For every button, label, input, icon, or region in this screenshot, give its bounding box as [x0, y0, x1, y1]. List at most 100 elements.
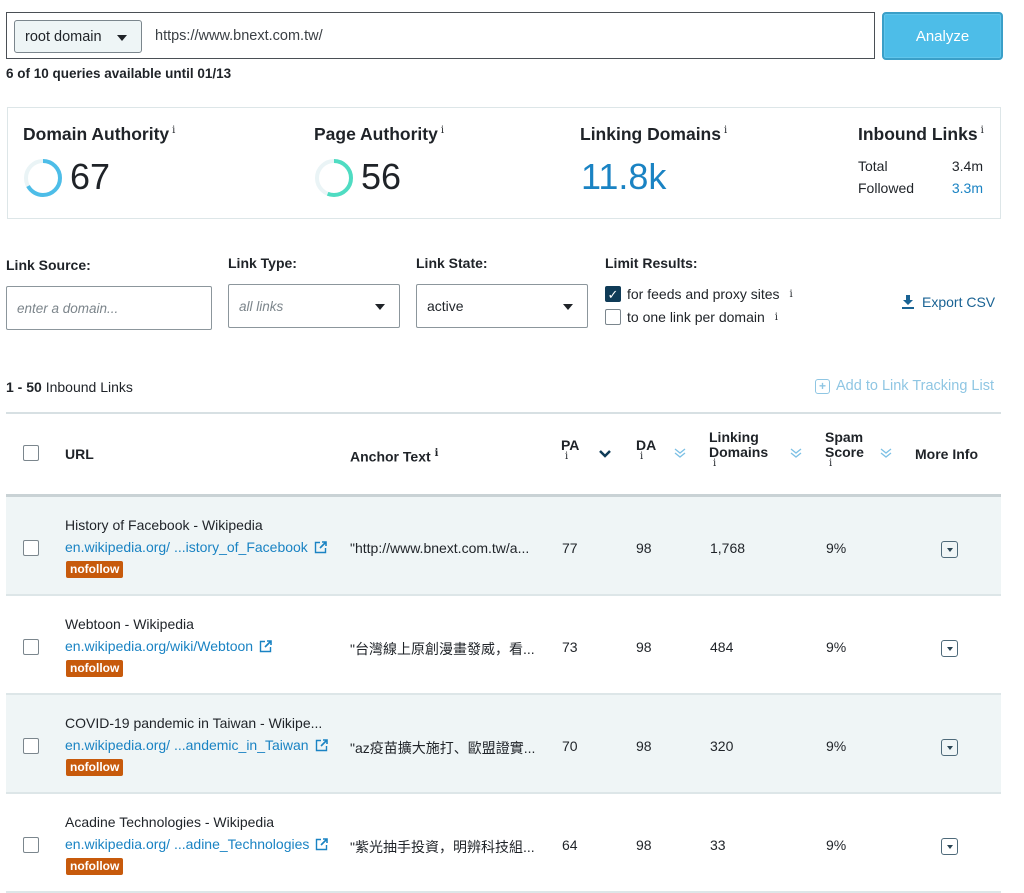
info-icon[interactable]: i: [435, 448, 439, 459]
table-row: Acadine Technologies - Wikipedia en.wiki…: [6, 794, 1001, 893]
more-info-button[interactable]: [941, 739, 958, 756]
spam-score-value: 9%: [826, 738, 847, 754]
download-icon: [902, 295, 914, 309]
row-title: Acadine Technologies - Wikipedia: [65, 814, 275, 830]
row-url-link[interactable]: en.wikipedia.org/wiki/Webtoon: [65, 638, 272, 654]
chevron-down-icon: [946, 646, 953, 651]
analyze-button[interactable]: Analyze: [882, 12, 1003, 60]
feeds-checkbox[interactable]: ✓: [605, 286, 621, 302]
table-row: History of Facebook - Wikipedia en.wikip…: [6, 497, 1001, 596]
page-authority-value: 56: [361, 156, 402, 197]
external-link-icon[interactable]: [315, 837, 329, 851]
inbound-total-value: 3.4m: [951, 158, 983, 174]
header-anchor-text[interactable]: Anchor Text i: [350, 448, 438, 465]
info-icon[interactable]: i: [565, 452, 579, 462]
spam-score-value: 9%: [826, 639, 847, 655]
scope-dropdown[interactable]: root domain: [14, 20, 142, 53]
da-value: 98: [636, 540, 652, 556]
header-pa[interactable]: PA i: [561, 437, 579, 462]
more-info-button[interactable]: [941, 838, 958, 855]
one-link-checkbox[interactable]: [605, 309, 621, 325]
info-icon[interactable]: i: [441, 125, 444, 136]
nofollow-badge: nofollow: [66, 858, 124, 875]
queries-note: 6 of 10 queries available until 01/13: [6, 66, 232, 81]
da-value: 98: [636, 738, 652, 754]
nofollow-badge: nofollow: [66, 759, 124, 776]
metrics-panel: Domain Authority i 67 Page Authority i 56 …: [7, 107, 1001, 219]
header-more-info: More Info: [915, 446, 978, 462]
row-url-link[interactable]: en.wikipedia.org/ ...istory_of_Facebook: [65, 539, 327, 555]
more-info-button[interactable]: [941, 640, 958, 657]
external-link-icon[interactable]: [314, 540, 327, 554]
info-icon[interactable]: i: [829, 459, 864, 469]
link-state-value: active: [427, 298, 464, 314]
info-icon[interactable]: i: [775, 312, 778, 323]
limit-option-feeds[interactable]: ✓ for feeds and proxy sites i: [605, 286, 793, 302]
link-type-dropdown[interactable]: all links: [228, 284, 400, 328]
link-state-dropdown[interactable]: active: [416, 284, 588, 328]
spam-score-value: 9%: [826, 540, 847, 556]
info-icon[interactable]: i: [724, 125, 727, 136]
sort-icon[interactable]: [789, 448, 803, 458]
chevron-down-icon: [946, 745, 953, 750]
linking-domains-label: Linking Domains i: [580, 124, 728, 144]
nofollow-badge: nofollow: [66, 561, 124, 578]
spam-score-value: 9%: [826, 837, 847, 853]
row-checkbox[interactable]: [23, 837, 39, 853]
page-authority-ring: [315, 159, 353, 197]
info-icon[interactable]: i: [790, 289, 793, 300]
row-title: COVID-19 pandemic in Taiwan - Wikipe...: [65, 715, 323, 731]
linking-domains-value: 33: [710, 837, 726, 853]
table-header: URL Anchor Text i PA i DA i Linking Domai…: [0, 414, 1024, 494]
limit-option-one-link[interactable]: to one link per domain i: [605, 309, 778, 325]
anchor-text: "台灣線上原創漫畫發威，看...: [350, 641, 535, 657]
inbound-followed-label: Followed: [858, 180, 915, 196]
search-bar: root domain: [6, 12, 875, 59]
page-authority-label: Page Authority i: [314, 124, 445, 144]
nofollow-badge: nofollow: [66, 660, 124, 677]
inbound-total-label: Total: [858, 158, 888, 174]
row-checkbox[interactable]: [23, 738, 39, 754]
da-value: 98: [636, 837, 652, 853]
add-to-tracking-button[interactable]: + Add to Link Tracking List: [815, 378, 994, 394]
pa-value: 70: [562, 738, 578, 754]
link-source-input[interactable]: enter a domain...: [6, 286, 212, 330]
header-linking-domains[interactable]: Linking Domains i: [709, 430, 768, 469]
row-checkbox[interactable]: [23, 540, 39, 556]
link-source-label: Link Source:: [6, 257, 91, 273]
header-url[interactable]: URL: [65, 446, 94, 462]
row-url-link[interactable]: en.wikipedia.org/ ...andemic_in_Taiwan: [65, 737, 328, 753]
chevron-down-icon: [117, 35, 127, 41]
external-link-icon[interactable]: [315, 738, 328, 752]
anchor-text: "http://www.bnext.com.tw/a...: [350, 540, 530, 556]
domain-authority-value: 67: [70, 156, 111, 197]
header-da[interactable]: DA i: [636, 437, 656, 462]
header-spam-score[interactable]: Spam Score i: [825, 430, 864, 469]
url-input[interactable]: [155, 21, 855, 51]
inbound-followed-value: 3.3m: [951, 180, 983, 196]
row-checkbox[interactable]: [23, 639, 39, 655]
scope-value: root domain: [25, 28, 102, 45]
anchor-text: "az疫苗擴大施打、歐盟證實...: [350, 740, 536, 756]
link-source-placeholder: enter a domain...: [17, 300, 119, 316]
info-icon[interactable]: i: [172, 125, 175, 136]
sort-desc-active-icon[interactable]: [598, 449, 612, 459]
info-icon[interactable]: i: [981, 125, 984, 136]
link-type-value: all links: [239, 298, 284, 314]
select-all-checkbox[interactable]: [23, 445, 39, 461]
linking-domains-value: 11.8k: [581, 156, 667, 197]
sort-icon[interactable]: [673, 448, 687, 458]
info-icon[interactable]: i: [640, 452, 656, 462]
table-row: Webtoon - Wikipedia en.wikipedia.org/wik…: [6, 596, 1001, 695]
chevron-down-icon: [375, 304, 385, 310]
sort-icon[interactable]: [879, 448, 893, 458]
row-url-link[interactable]: en.wikipedia.org/ ...adine_Technologies: [65, 836, 329, 852]
pa-value: 73: [562, 639, 578, 655]
linking-domains-value: 1,768: [710, 540, 746, 556]
export-csv-button[interactable]: Export CSV: [902, 294, 995, 310]
more-info-button[interactable]: [941, 541, 958, 558]
pa-value: 64: [562, 837, 578, 853]
info-icon[interactable]: i: [713, 459, 768, 469]
external-link-icon[interactable]: [259, 639, 272, 653]
link-state-label: Link State:: [416, 255, 488, 271]
